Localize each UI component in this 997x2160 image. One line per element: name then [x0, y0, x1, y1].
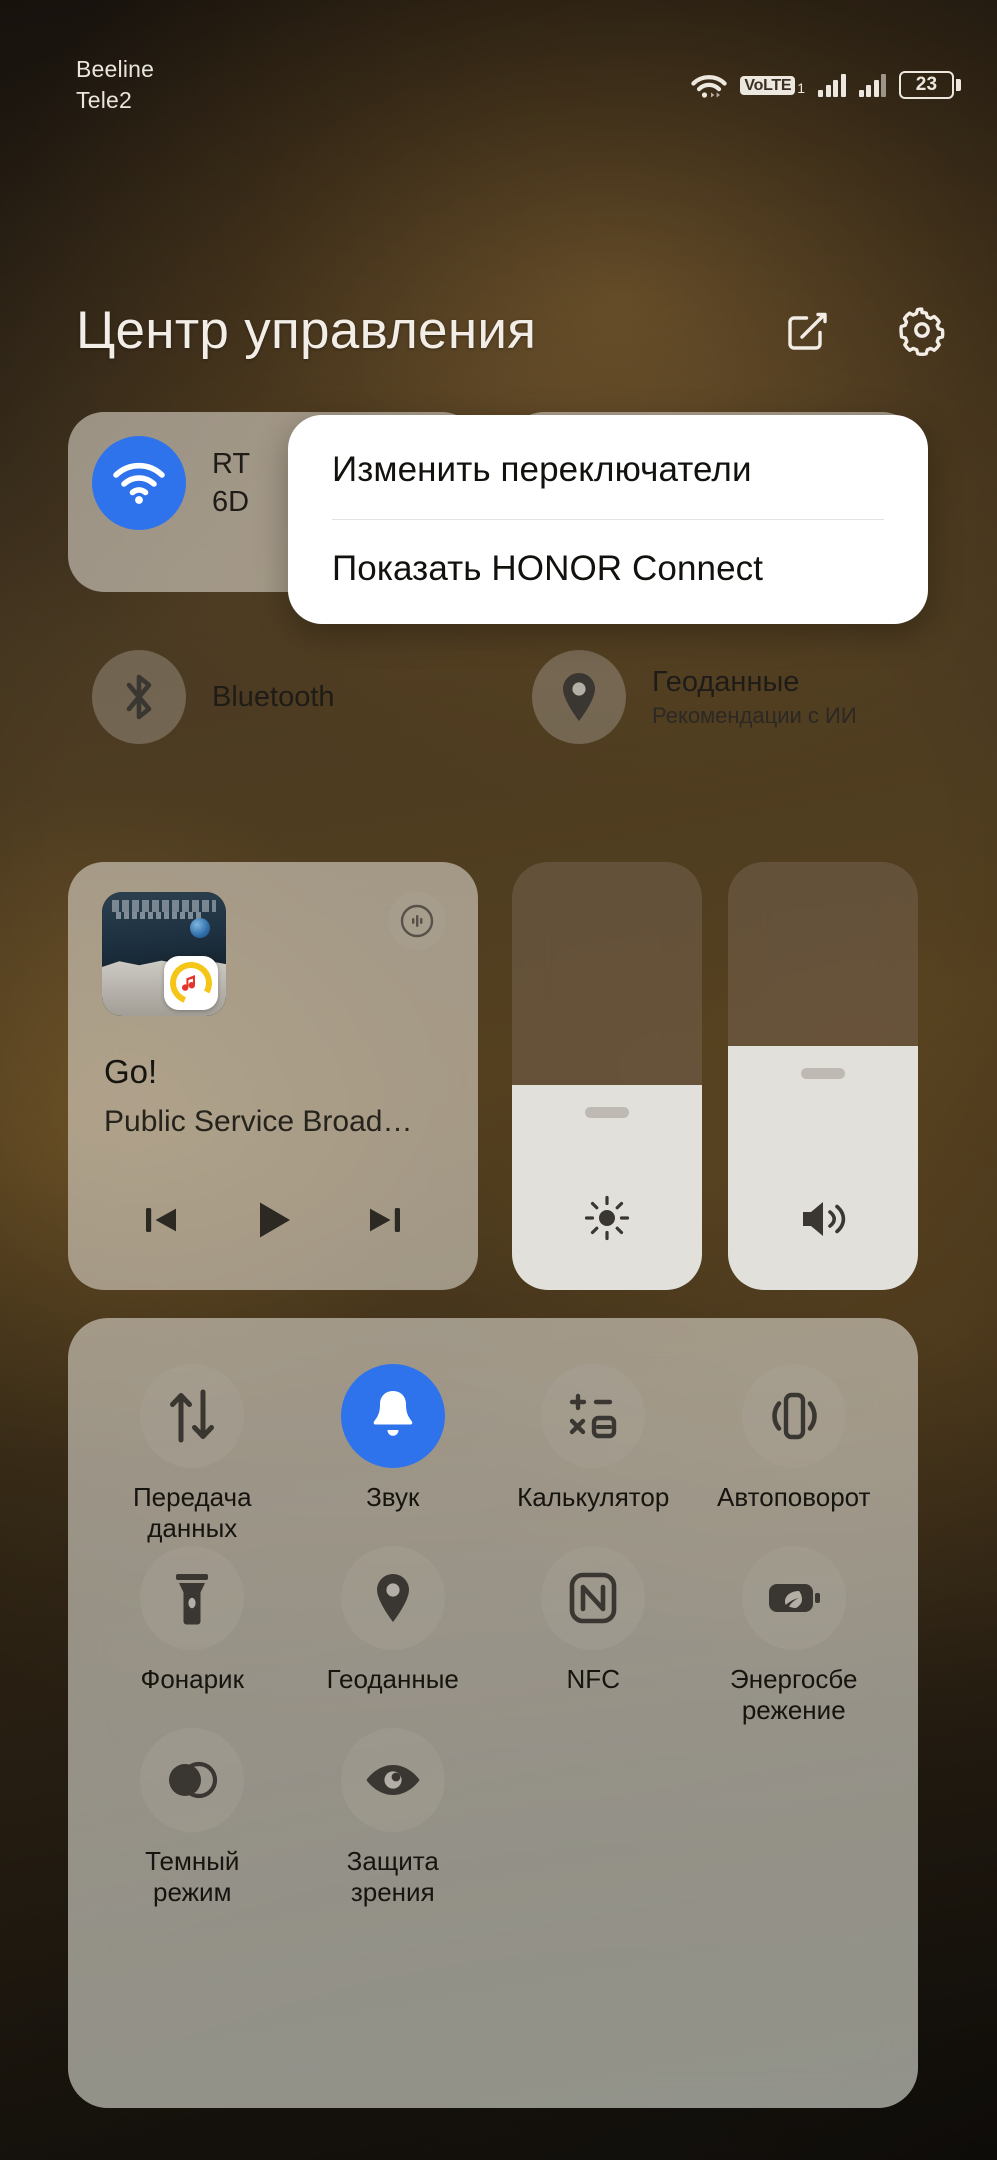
location-pin-icon — [532, 650, 626, 744]
quick-toggle-label: Темный режим — [145, 1846, 240, 1907]
location-sublabel: Рекомендации с ИИ — [652, 703, 857, 728]
media-player-card: Go! Public Service Broad… — [68, 862, 478, 1290]
location-pin-icon — [340, 1546, 445, 1650]
slider-grip — [801, 1068, 845, 1080]
context-menu: Изменить переключатели Показать HONOR Co… — [288, 415, 928, 624]
track-title: Go! — [104, 1053, 158, 1090]
status-icons: VoLTE 1 23 — [691, 71, 961, 99]
volume-slider[interactable] — [728, 862, 918, 1290]
nfc-icon — [541, 1546, 646, 1650]
battery-saver-icon — [741, 1546, 846, 1650]
volte-label: VoLTE — [740, 75, 796, 95]
quick-toggle-5[interactable]: Фонарик — [92, 1546, 293, 1728]
quick-toggle-10[interactable]: Защита зрения — [293, 1728, 494, 1910]
dark-mode-icon — [140, 1728, 245, 1832]
wifi-toggle[interactable]: RT 6D — [92, 436, 250, 530]
volte-badge: VoLTE 1 — [740, 75, 805, 96]
wifi-icon — [92, 436, 186, 530]
play-icon[interactable] — [238, 1185, 308, 1255]
location-text: Геоданные Рекомендации с ИИ — [652, 663, 857, 731]
bluetooth-label: Bluetooth — [212, 681, 335, 713]
track-artist: Public Service Broad… — [104, 1105, 413, 1138]
page-header: Центр управления — [0, 275, 997, 385]
quick-toggle-label: Защита зрения — [346, 1846, 439, 1907]
volume-icon — [728, 1196, 918, 1242]
brightness-slider-fill — [512, 1084, 702, 1290]
carrier-labels: Beeline Tele2 — [76, 54, 154, 116]
signal-bars-sim2 — [858, 73, 886, 97]
media-transport-controls — [104, 1180, 442, 1260]
signal-bars-sim1 — [818, 73, 846, 97]
quick-toggle-2[interactable]: Звук — [293, 1364, 494, 1546]
wifi-text: RT 6D — [212, 445, 250, 521]
quick-toggle-3[interactable]: Калькулятор — [493, 1364, 694, 1546]
battery-icon: 23 — [899, 71, 961, 99]
flashlight-icon — [140, 1546, 245, 1650]
quick-toggle-label: Автоповорот — [717, 1482, 871, 1512]
menu-item-show-honor-connect[interactable]: Показать HONOR Connect — [288, 520, 928, 618]
quick-toggle-label: Передача данных — [132, 1482, 252, 1543]
quick-toggle-label: Энергосбе режение — [730, 1664, 858, 1725]
status-bar: Beeline Tele2 VoLTE 1 23 — [0, 0, 997, 170]
cast-audio-icon[interactable] — [388, 892, 446, 950]
quick-toggle-label: Фонарик — [140, 1664, 244, 1694]
quick-toggle-label: NFC — [566, 1664, 620, 1694]
quick-toggle-7[interactable]: NFC — [493, 1546, 694, 1728]
skip-previous-icon[interactable] — [126, 1185, 196, 1255]
quick-toggle-1[interactable]: Передача данных — [92, 1364, 293, 1546]
slider-grip — [585, 1106, 629, 1118]
location-label: Геоданные — [652, 666, 800, 698]
volte-sim-number: 1 — [797, 79, 805, 96]
skip-next-icon[interactable] — [350, 1185, 420, 1255]
quick-toggle-9[interactable]: Темный режим — [92, 1728, 293, 1910]
bluetooth-icon — [92, 650, 186, 744]
edit-square-icon[interactable] — [781, 303, 835, 357]
quick-toggle-label: Калькулятор — [517, 1482, 670, 1512]
eye-comfort-icon — [340, 1728, 445, 1832]
bell-icon — [340, 1364, 445, 1468]
music-note-icon — [164, 956, 218, 1010]
wifi-ssid-label-2: 6D — [212, 486, 250, 518]
wifi-icon — [691, 71, 728, 99]
quick-toggle-6[interactable]: Геоданные — [293, 1546, 494, 1728]
wifi-ssid-label: RT — [212, 448, 251, 480]
bluetooth-toggle[interactable]: Bluetooth — [92, 650, 335, 744]
carrier-2-label: Tele2 — [76, 87, 132, 113]
data-transfer-icon — [140, 1364, 245, 1468]
menu-item-edit-toggles[interactable]: Изменить переключатели — [288, 421, 928, 519]
brightness-icon — [512, 1194, 702, 1242]
brightness-slider[interactable] — [512, 862, 702, 1290]
gear-icon[interactable] — [895, 303, 949, 357]
quick-toggle-8[interactable]: Энергосбе режение — [694, 1546, 895, 1728]
calculator-icon — [541, 1364, 646, 1468]
auto-rotate-icon — [741, 1364, 846, 1468]
quick-toggles-grid: Передача данных Звук Калькулятор Автопов… — [68, 1318, 918, 2108]
quick-toggle-4[interactable]: Автоповорот — [694, 1364, 895, 1546]
quick-toggles-panel: Передача данных Звук Калькулятор Автопов… — [68, 1318, 918, 2108]
volume-slider-fill — [728, 1046, 918, 1290]
battery-percent-label: 23 — [915, 74, 938, 95]
page-title: Центр управления — [76, 300, 537, 360]
header-actions — [781, 303, 961, 357]
carrier-1-label: Beeline — [76, 56, 155, 82]
bluetooth-text: Bluetooth — [212, 678, 335, 716]
quick-toggle-label: Звук — [366, 1482, 420, 1512]
location-toggle[interactable]: Геоданные Рекомендации с ИИ — [532, 650, 857, 744]
quick-toggle-label: Геоданные — [326, 1664, 459, 1694]
